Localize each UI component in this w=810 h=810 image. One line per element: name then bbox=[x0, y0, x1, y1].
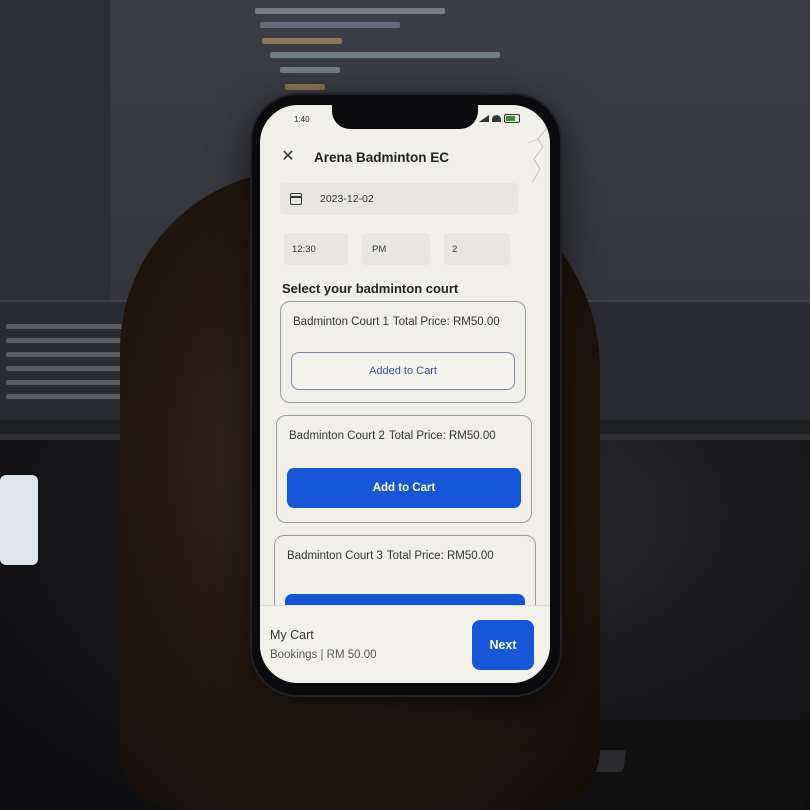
status-icons bbox=[479, 114, 520, 123]
screen-crack bbox=[527, 126, 549, 184]
court-card-text: Badminton Court 1 Total Price: RM50.00 bbox=[293, 316, 500, 328]
ampm-field[interactable]: PM bbox=[362, 233, 430, 265]
court-price: Total Price: RM50.00 bbox=[386, 550, 494, 562]
page-title: Arena Badminton EC bbox=[314, 149, 450, 165]
phone-screen: 1:40 ✕ Arena Badminton EC 2023-12-02 12:… bbox=[260, 105, 550, 683]
add-to-cart-button[interactable]: Add to Cart bbox=[287, 468, 521, 508]
ampm-value: PM bbox=[372, 243, 387, 255]
court-price: Total Price: RM50.00 bbox=[392, 316, 500, 328]
time-value: 12:30 bbox=[292, 243, 316, 255]
section-title: Select your badminton court bbox=[282, 281, 459, 296]
date-value: 2023-12-02 bbox=[320, 193, 374, 205]
cart-summary: Bookings | RM 50.00 bbox=[270, 649, 377, 661]
court-price: Total Price: RM50.00 bbox=[388, 430, 496, 442]
cart-bar: My Cart Bookings | RM 50.00 Next bbox=[260, 605, 550, 683]
code-line bbox=[285, 84, 325, 90]
added-to-cart-button[interactable]: Added to Cart bbox=[291, 352, 515, 390]
console-line bbox=[6, 366, 126, 371]
code-line bbox=[270, 52, 500, 58]
duration-field[interactable]: 2 bbox=[444, 233, 510, 265]
court-card-1: Badminton Court 1 Total Price: RM50.00 Ad… bbox=[280, 301, 526, 403]
calendar-icon bbox=[290, 193, 302, 205]
status-time: 1:40 bbox=[294, 115, 310, 124]
court-name: Badminton Court 3 bbox=[287, 550, 383, 562]
phone: 1:40 ✕ Arena Badminton EC 2023-12-02 12:… bbox=[252, 95, 560, 695]
console-line bbox=[6, 394, 126, 399]
court-card-text: Badminton Court 2 Total Price: RM50.00 bbox=[289, 430, 496, 442]
console-line bbox=[6, 380, 126, 385]
app-bar: ✕ Arena Badminton EC bbox=[280, 145, 534, 169]
date-field[interactable]: 2023-12-02 bbox=[280, 183, 518, 215]
court-card-text: Badminton Court 3 Total Price: RM50.00 bbox=[287, 550, 494, 562]
time-field[interactable]: 12:30 bbox=[284, 233, 348, 265]
usb-device bbox=[0, 475, 38, 565]
notch bbox=[332, 105, 478, 129]
duration-value: 2 bbox=[452, 243, 458, 255]
wifi-icon bbox=[492, 115, 501, 122]
signal-icon bbox=[479, 115, 489, 122]
court-name: Badminton Court 1 bbox=[293, 316, 389, 328]
court-card-2: Badminton Court 2 Total Price: RM50.00 Ad… bbox=[276, 415, 532, 523]
code-line bbox=[262, 38, 342, 44]
code-line bbox=[260, 22, 400, 28]
close-icon[interactable]: ✕ bbox=[280, 149, 296, 165]
code-line bbox=[280, 67, 340, 73]
code-editor-gutter bbox=[0, 0, 110, 300]
court-name: Badminton Court 2 bbox=[289, 430, 385, 442]
console-line bbox=[6, 338, 126, 343]
next-button[interactable]: Next bbox=[472, 620, 534, 670]
console-line bbox=[6, 324, 126, 329]
code-line bbox=[255, 8, 445, 14]
cart-title: My Cart bbox=[270, 628, 314, 642]
battery-icon bbox=[504, 114, 520, 123]
console-line bbox=[6, 352, 126, 357]
